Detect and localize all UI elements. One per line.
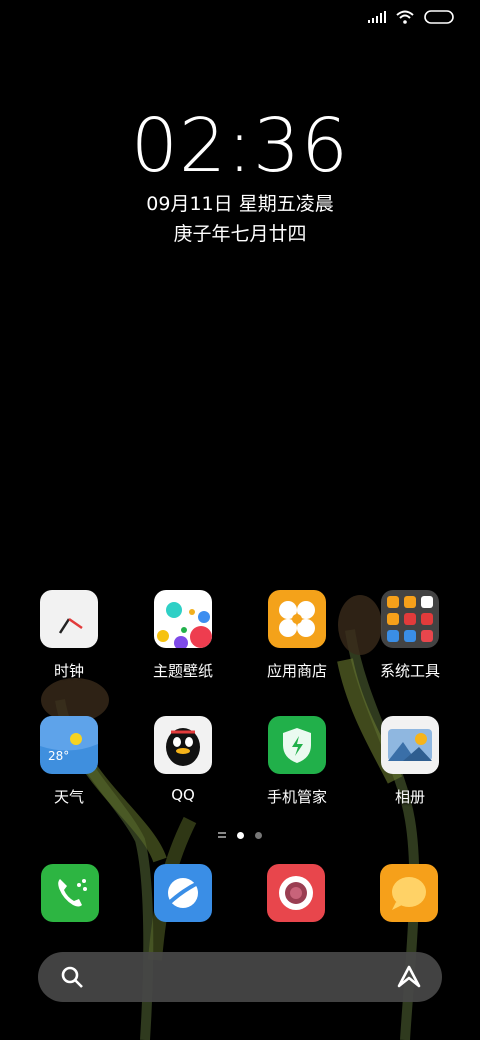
lock-clock: 02:36 09月11日 星期五凌晨 庚子年七月廿四 bbox=[0, 104, 480, 248]
app-qq[interactable]: QQ bbox=[128, 716, 238, 804]
search-icon[interactable] bbox=[60, 965, 84, 989]
app-store[interactable]: 应用商店 bbox=[242, 590, 352, 681]
search-bar[interactable] bbox=[38, 952, 442, 1002]
weather-icon: 28° bbox=[40, 716, 98, 774]
app-gallery[interactable]: 相册 bbox=[355, 716, 465, 807]
app-label: 天气 bbox=[53, 788, 84, 806]
page-dot-list-icon bbox=[218, 832, 226, 838]
signal-icon bbox=[368, 11, 386, 23]
lunar-date: 庚子年七月廿四 bbox=[173, 223, 307, 245]
assistant-icon[interactable] bbox=[396, 964, 422, 990]
weather-temp: 28° bbox=[48, 749, 69, 763]
security-icon bbox=[268, 716, 326, 774]
app-label: 手机管家 bbox=[266, 788, 327, 806]
app-folder-tools[interactable]: 系统工具 bbox=[355, 590, 465, 681]
theme-icon bbox=[154, 590, 212, 648]
wifi-icon bbox=[396, 10, 414, 24]
app-label: 系统工具 bbox=[379, 662, 440, 680]
page-dot-active bbox=[237, 831, 244, 839]
battery-icon bbox=[424, 10, 454, 24]
app-label: 主题壁纸 bbox=[152, 662, 213, 680]
qq-icon bbox=[154, 716, 212, 774]
clock-date: 09月11日 星期五凌晨 bbox=[146, 193, 334, 215]
gallery-icon bbox=[381, 716, 439, 774]
camera-icon[interactable] bbox=[267, 864, 325, 922]
clock-icon bbox=[40, 590, 98, 648]
app-label: 相册 bbox=[394, 788, 425, 806]
app-clock[interactable]: 时钟 bbox=[14, 590, 124, 681]
app-weather[interactable]: 28° 天气 bbox=[14, 716, 124, 807]
browser-icon[interactable] bbox=[154, 864, 212, 922]
page-dot bbox=[255, 831, 262, 839]
app-label: 时钟 bbox=[53, 662, 84, 680]
folder-icon bbox=[381, 590, 439, 648]
app-theme[interactable]: 主题壁纸 bbox=[128, 590, 238, 681]
app-label: 应用商店 bbox=[266, 662, 327, 680]
app-label: QQ bbox=[171, 786, 195, 804]
app-security[interactable]: 手机管家 bbox=[242, 716, 352, 807]
messages-icon[interactable] bbox=[380, 864, 438, 922]
phone-icon[interactable] bbox=[41, 864, 99, 922]
page-indicator[interactable] bbox=[0, 831, 480, 839]
status-bar bbox=[368, 10, 454, 24]
clock-time: 02:36 bbox=[130, 103, 350, 189]
app-store-icon bbox=[268, 590, 326, 648]
